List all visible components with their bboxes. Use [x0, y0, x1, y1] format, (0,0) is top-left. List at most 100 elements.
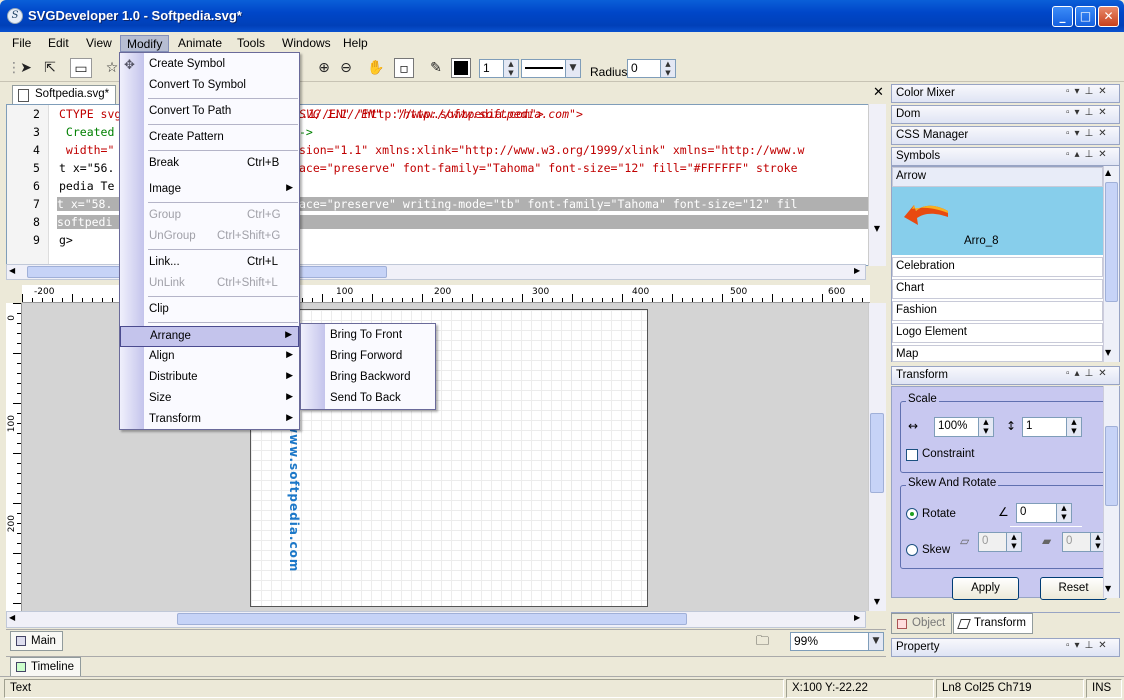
menu-item-break[interactable]: Break Ctrl+B — [120, 154, 299, 175]
menu-view[interactable]: View — [80, 35, 118, 52]
code-line-tail[interactable]: sion="1.1" xmlns:xlink="http://www.w3.or… — [299, 143, 804, 157]
menu-modify[interactable]: Modify — [120, 35, 170, 52]
scale-x-spinner[interactable]: ▲ ▼ — [978, 417, 994, 437]
symbol-category-celebration[interactable]: Celebration — [892, 257, 1103, 277]
menu-item-create-symbol[interactable]: Create Symbol — [120, 55, 299, 76]
symbols-scroll-thumb[interactable] — [1105, 182, 1118, 302]
tab-main[interactable]: Main — [10, 631, 63, 651]
zoom-tool-icon[interactable]: 🗀 — [756, 632, 769, 654]
menu-file[interactable]: File — [6, 35, 37, 52]
radius-spinner[interactable]: ▲ ▼ — [660, 59, 676, 78]
transform-panel-header[interactable]: Transform ▫▴⊥✕ — [891, 366, 1120, 385]
menu-animate[interactable]: Animate — [172, 35, 228, 52]
panel-controls-icon[interactable]: ▫▴⊥✕ — [1066, 149, 1112, 160]
dom-panel[interactable]: Dom ▫▾⊥✕ — [891, 105, 1120, 124]
menu-edit[interactable]: Edit — [42, 35, 75, 52]
zoom-out-icon[interactable]: ⊖ — [336, 58, 356, 78]
code-line[interactable]: pedia Te — [59, 179, 114, 193]
skew-radio[interactable] — [906, 544, 918, 556]
scroll-left-icon[interactable]: ◀ — [9, 613, 15, 622]
constraint-checkbox[interactable] — [906, 449, 918, 461]
symbol-category-arrow[interactable]: Arrow — [892, 167, 1103, 187]
menu-item-unlink[interactable]: UnLink Ctrl+Shift+L — [120, 274, 299, 295]
panel-controls-icon[interactable]: ▫▾⊥✕ — [1066, 640, 1112, 651]
maximize-button[interactable]: □ — [1075, 6, 1096, 27]
scroll-right-icon[interactable]: ▶ — [854, 266, 860, 275]
code-line-tail[interactable]: ace="preserve" writing-mode="tb" font-fa… — [299, 197, 798, 211]
arrange-item-bring-backword[interactable]: Bring Backword — [301, 368, 435, 389]
scroll-up-icon[interactable]: ▲ — [1105, 168, 1111, 177]
scroll-left-icon[interactable]: ◀ — [9, 266, 15, 275]
direct-select-icon[interactable]: ⇱ — [40, 58, 60, 78]
select-arrow-icon[interactable]: ➤ — [16, 58, 36, 78]
rotate-input[interactable]: 0 — [1016, 503, 1058, 523]
zoom-select[interactable]: 99% — [790, 632, 870, 651]
tab-timeline[interactable]: Timeline — [10, 657, 82, 677]
panel-controls-icon[interactable]: ▫▴⊥✕ — [1066, 368, 1112, 379]
menu-item-convert-to-symbol[interactable]: Convert To Symbol — [120, 76, 299, 97]
vertical-text-object[interactable]: www.softpedia.com — [287, 422, 301, 572]
tab-transform[interactable]: Transform — [953, 613, 1033, 634]
stroke-color-icon[interactable] — [451, 58, 471, 78]
skew-x-input[interactable]: 0 — [978, 532, 1008, 552]
code-line[interactable]: Created — [59, 125, 114, 139]
code-line-tail[interactable]: -> — [299, 125, 313, 139]
code-line-tail[interactable]: SVG 1.1//EN" "http://www.softpedia.com"> — [299, 107, 583, 121]
symbol-category-chart[interactable]: Chart — [892, 279, 1103, 299]
scroll-down-icon[interactable]: ▼ — [1105, 348, 1111, 357]
panel-controls-icon[interactable]: ▫▾⊥✕ — [1066, 86, 1112, 97]
scale-y-input[interactable]: 1 — [1022, 417, 1068, 437]
scale-y-spinner[interactable]: ▲ ▼ — [1066, 417, 1082, 437]
arrange-item-send-to-back[interactable]: Send To Back — [301, 389, 435, 410]
menu-item-image[interactable]: Image ▶ — [120, 180, 299, 201]
panel-controls-icon[interactable]: ▫▾⊥✕ — [1066, 107, 1112, 118]
stroke-width-input[interactable]: 1 — [479, 59, 505, 78]
zoom-dropdown[interactable]: ▼ — [868, 632, 884, 651]
stroke-width-spinner[interactable]: ▲ ▼ — [503, 59, 519, 78]
rotate-spinner[interactable]: ▲ ▼ — [1056, 503, 1072, 523]
zoom-in-icon[interactable]: ⊕ — [314, 58, 334, 78]
menu-windows[interactable]: Windows — [276, 35, 337, 52]
hand-tool-icon[interactable]: ✋ — [366, 58, 386, 78]
canvas-vertical-scrollbar[interactable]: ▼ — [868, 303, 886, 611]
stroke-style-select[interactable] — [521, 59, 567, 78]
code-line[interactable]: width=" — [59, 143, 114, 157]
symbols-scrollbar[interactable]: ▲ ▼ — [1103, 166, 1119, 362]
fill-color-icon[interactable]: ▫ — [394, 58, 414, 78]
code-line[interactable]: t x="56. — [59, 161, 114, 175]
menu-item-link[interactable]: Link... Ctrl+L — [120, 253, 299, 274]
minimize-button[interactable]: _ — [1052, 6, 1073, 27]
color-mixer-panel[interactable]: Color Mixer ▫▾⊥✕ — [891, 84, 1120, 103]
close-button[interactable]: ✕ — [1098, 6, 1119, 27]
menu-item-size[interactable]: Size ▶ — [120, 389, 299, 410]
stroke-style-dropdown[interactable]: ▼ — [565, 59, 581, 78]
canvas-hscroll-thumb[interactable] — [177, 613, 687, 625]
symbols-panel[interactable]: Symbols ▫▴⊥✕ — [891, 147, 1120, 166]
menu-item-arrange[interactable]: Arrange ▶ — [120, 326, 299, 347]
arrange-item-bring-forword[interactable]: Bring Forword — [301, 347, 435, 368]
tab-softpedia-svg[interactable]: Softpedia.svg* — [12, 85, 117, 105]
menu-item-align[interactable]: Align ▶ — [120, 347, 299, 368]
scroll-down-icon[interactable]: ▼ — [869, 597, 885, 606]
menu-item-clip[interactable]: Clip — [120, 300, 299, 321]
canvas-horizontal-scrollbar[interactable]: ◀ ▶ — [6, 611, 866, 628]
code-line-tail[interactable]: ace="preserve" font-family="Tahoma" font… — [299, 161, 798, 175]
skew-y-input[interactable]: 0 — [1062, 532, 1092, 552]
transform-scroll-thumb[interactable] — [1105, 426, 1118, 506]
symbol-category-map[interactable]: Map — [892, 345, 1103, 362]
tab-object[interactable]: Object — [891, 613, 953, 634]
rectangle-tool-icon[interactable]: ▭ — [70, 58, 92, 78]
scroll-down-icon[interactable]: ▼ — [1105, 584, 1111, 593]
canvas-vscroll-thumb[interactable] — [870, 413, 884, 493]
rotate-radio[interactable] — [906, 508, 918, 520]
menu-item-transform[interactable]: Transform ▶ — [120, 410, 299, 431]
symbol-preview[interactable]: Arro_8 — [892, 187, 1103, 255]
menu-item-create-pattern[interactable]: Create Pattern — [120, 128, 299, 149]
code-vertical-scrollbar[interactable]: ▼ — [868, 104, 886, 266]
apply-button[interactable]: Apply — [952, 577, 1019, 600]
panel-controls-icon[interactable]: ▫▾⊥✕ — [1066, 128, 1112, 139]
css-manager-panel[interactable]: CSS Manager ▫▾⊥✕ — [891, 126, 1120, 145]
code-line[interactable]: g> — [59, 233, 73, 247]
menu-help[interactable]: Help — [337, 35, 374, 52]
arrange-item-bring-to-front[interactable]: Bring To Front — [301, 326, 435, 347]
